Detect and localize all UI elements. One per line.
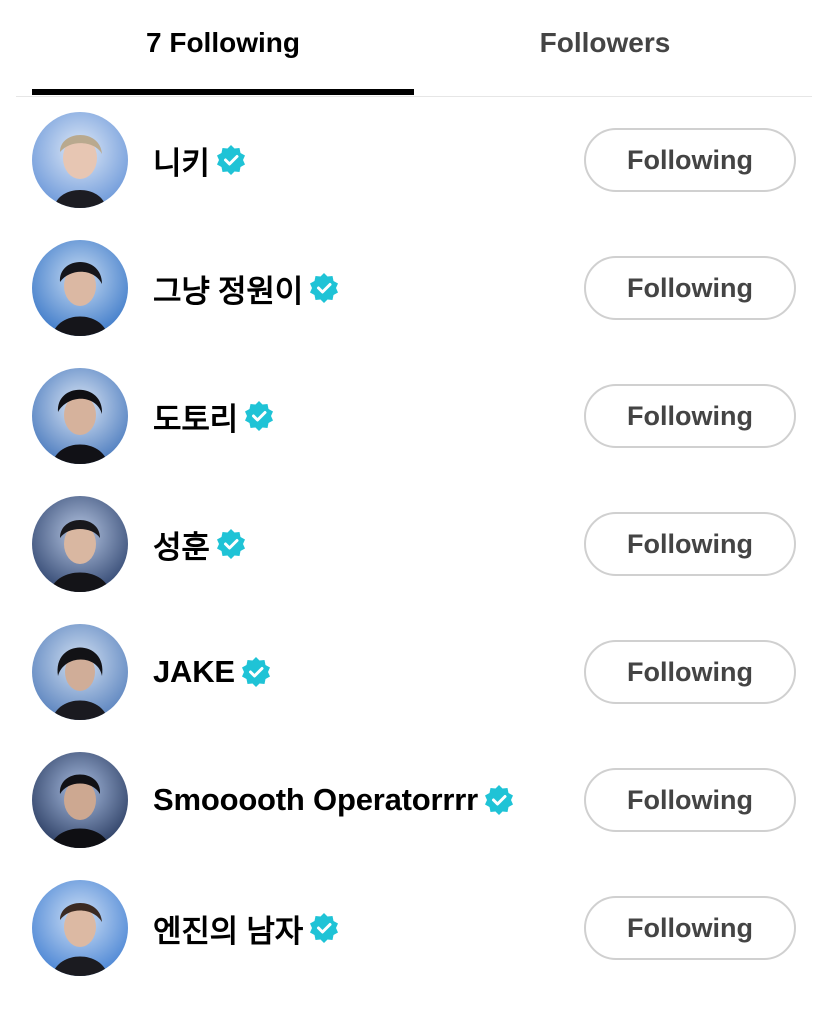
list-item[interactable]: 니키 Following [0,96,827,224]
following-button[interactable]: Following [584,896,796,960]
tab-bar: 7 Following Followers [16,0,812,97]
tab-followers[interactable]: Followers [414,0,796,96]
username[interactable]: JAKE [153,654,235,690]
following-button[interactable]: Following [584,640,796,704]
avatar[interactable] [32,880,128,976]
list-item[interactable]: 도토리 Following [0,352,827,480]
avatar[interactable] [32,112,128,208]
following-button[interactable]: Following [584,512,796,576]
username[interactable]: 그냥 정원이 [153,266,303,311]
active-tab-indicator [32,89,414,95]
username[interactable]: Smooooth Operatorrrr [153,782,478,818]
username[interactable]: 도토리 [153,394,238,439]
following-list: 니키 Following 그냥 정원이 Following 도토리 Follow… [0,96,827,992]
verified-badge-icon [216,145,246,175]
list-item[interactable]: JAKE Following [0,608,827,736]
following-button[interactable]: Following [584,384,796,448]
avatar[interactable] [32,240,128,336]
following-button[interactable]: Following [584,128,796,192]
list-item[interactable]: 그냥 정원이 Following [0,224,827,352]
tab-following[interactable]: 7 Following [32,0,414,96]
username[interactable]: 엔진의 남자 [153,906,303,951]
verified-badge-icon [484,785,514,815]
following-button[interactable]: Following [584,256,796,320]
verified-badge-icon [309,273,339,303]
list-item[interactable]: 엔진의 남자 Following [0,864,827,992]
following-button[interactable]: Following [584,768,796,832]
username[interactable]: 니키 [153,138,210,183]
verified-badge-icon [244,401,274,431]
avatar[interactable] [32,752,128,848]
avatar[interactable] [32,368,128,464]
list-item[interactable]: 성훈 Following [0,480,827,608]
avatar[interactable] [32,624,128,720]
list-item[interactable]: Smooooth Operatorrrr Following [0,736,827,864]
verified-badge-icon [216,529,246,559]
avatar[interactable] [32,496,128,592]
verified-badge-icon [241,657,271,687]
username[interactable]: 성훈 [153,522,210,567]
verified-badge-icon [309,913,339,943]
